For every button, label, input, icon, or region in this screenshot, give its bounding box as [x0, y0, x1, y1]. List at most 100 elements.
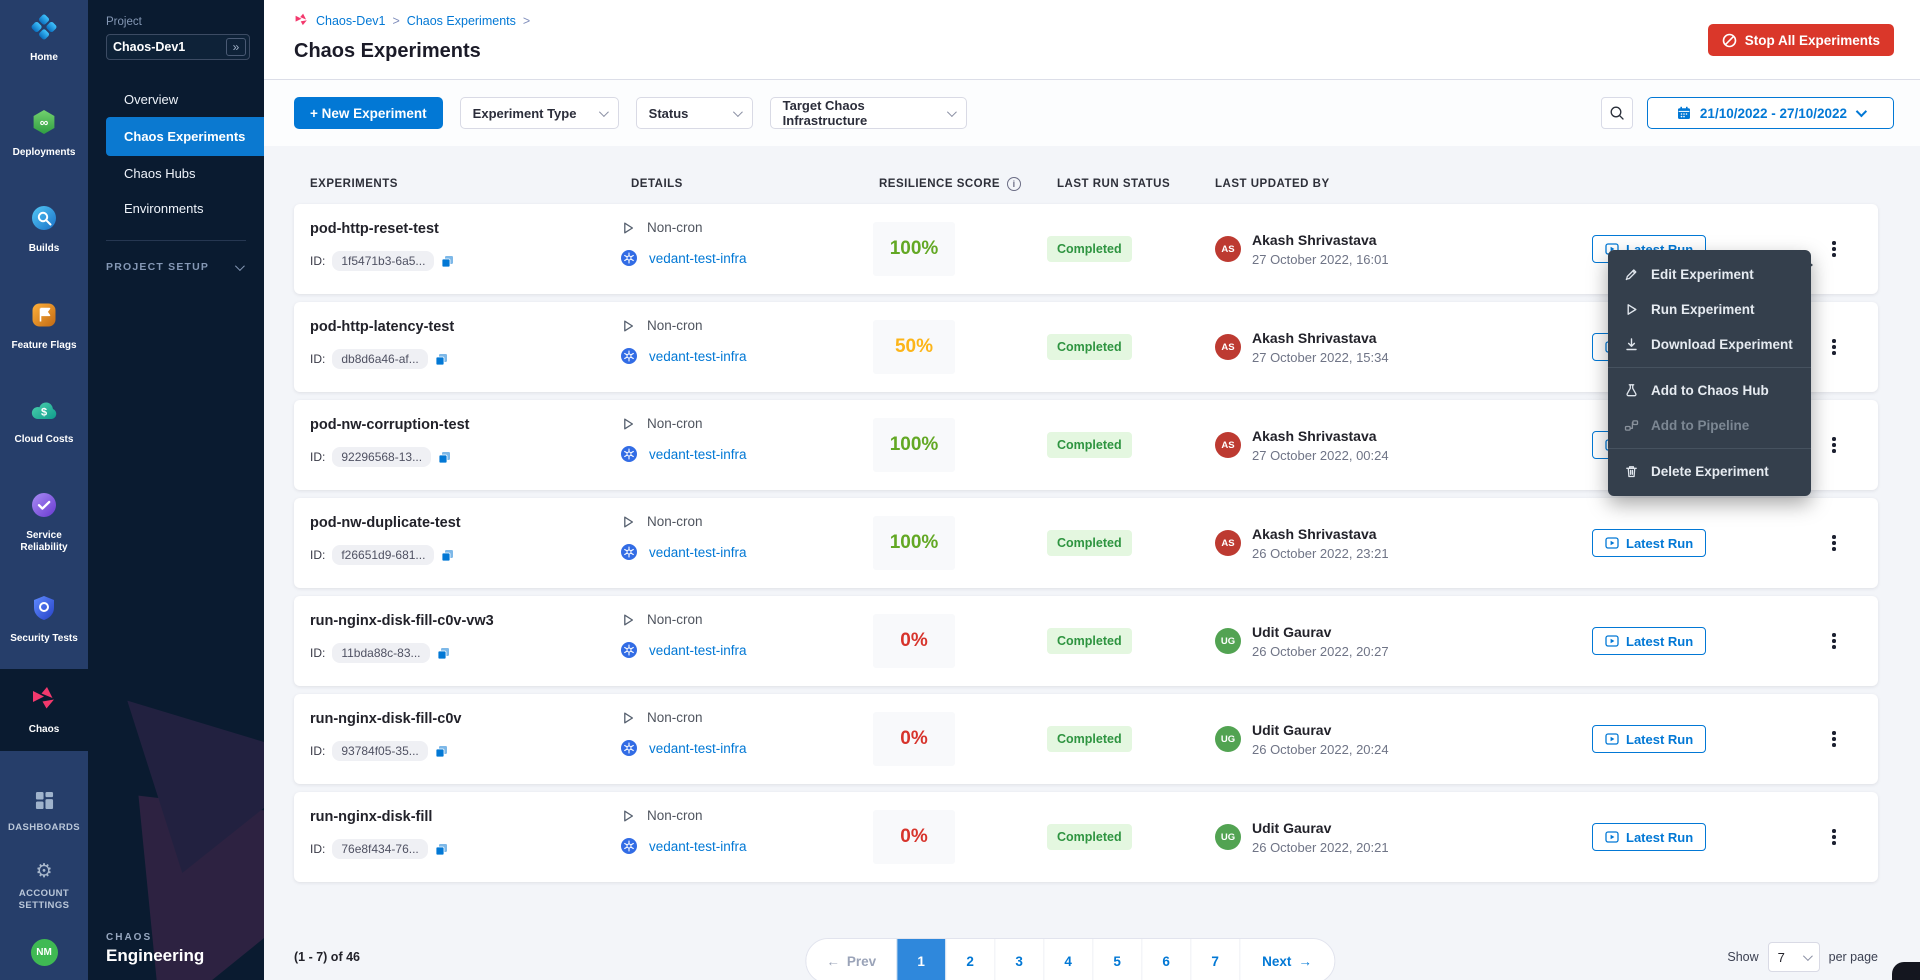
copy-icon[interactable] — [437, 647, 450, 660]
sidebar-menu-item[interactable]: Chaos Hubs — [106, 156, 264, 191]
menu-item-add-to-pipeline[interactable]: Add to Pipeline — [1608, 408, 1811, 443]
copy-icon[interactable] — [438, 451, 451, 464]
latest-run-button[interactable]: Latest Run — [1592, 823, 1706, 851]
nav-item-deployments[interactable]: ∞ Deployments — [0, 109, 88, 160]
next-page-button[interactable]: Next → — [1239, 939, 1334, 980]
date-range-picker[interactable]: 21/10/2022 - 27/10/2022 — [1647, 97, 1894, 129]
row-menu-button[interactable] — [1824, 725, 1844, 753]
copy-icon[interactable] — [441, 549, 454, 562]
page-button[interactable]: 4 — [1043, 939, 1092, 980]
infrastructure-link[interactable]: vedant-test-infra — [649, 447, 747, 462]
menu-item-run-experiment[interactable]: Run Experiment — [1608, 292, 1811, 327]
page-button[interactable]: 5 — [1092, 939, 1141, 980]
nav-item-feature-flags[interactable]: Feature Flags — [0, 302, 88, 353]
experiment-name[interactable]: run-nginx-disk-fill-c0v-vw3 — [310, 613, 621, 629]
sidebar-menu-item[interactable]: Overview — [106, 82, 264, 117]
project-selector[interactable]: Chaos-Dev1 » — [106, 34, 250, 60]
user-avatar: AS — [1215, 236, 1241, 262]
row-menu-button[interactable] — [1824, 627, 1844, 655]
experiment-name[interactable]: pod-http-latency-test — [310, 319, 621, 335]
nav-item-service-reliability[interactable]: Service Reliability — [0, 492, 88, 555]
page-button[interactable]: 6 — [1141, 939, 1190, 980]
help-widget[interactable] — [1892, 962, 1920, 980]
per-page-select[interactable]: 7 — [1768, 942, 1820, 972]
user-menu[interactable]: NM — [0, 939, 88, 966]
breadcrumb: Chaos-Dev1 > Chaos Experiments > — [294, 12, 1894, 30]
row-menu-button[interactable] — [1824, 431, 1844, 459]
breadcrumb-module-link[interactable]: Chaos Experiments — [407, 14, 516, 28]
experiment-name[interactable]: run-nginx-disk-fill-c0v — [310, 711, 621, 727]
copy-icon[interactable] — [441, 255, 454, 268]
kubernetes-icon — [621, 446, 637, 462]
nav-item-cloud-costs[interactable]: $ Cloud Costs — [0, 398, 88, 447]
project-label: Project — [106, 16, 264, 28]
nav-item-builds[interactable]: Builds — [0, 205, 88, 256]
filter-experiment-type[interactable]: Experiment Type — [460, 97, 619, 129]
updated-by-name: Akash Shrivastava — [1252, 526, 1389, 542]
avatar[interactable]: NM — [31, 939, 58, 966]
latest-run-button[interactable]: Latest Run — [1592, 529, 1706, 557]
experiment-name[interactable]: pod-nw-corruption-test — [310, 417, 621, 433]
id-label: ID: — [310, 548, 325, 562]
copy-icon[interactable] — [435, 843, 448, 856]
experiment-row[interactable]: run-nginx-disk-fill ID: 76e8f434-76... N… — [294, 792, 1878, 882]
page-button[interactable]: 1 — [896, 939, 945, 980]
nav-item-home[interactable]: Home — [0, 14, 88, 65]
menu-item-download-experiment[interactable]: Download Experiment — [1608, 327, 1811, 362]
run-history-icon — [1605, 830, 1619, 844]
nav-item-chaos[interactable]: Chaos — [0, 669, 88, 751]
nav-item-account-settings[interactable]: ⚙ ACCOUNT SETTINGS — [0, 862, 88, 913]
infrastructure-link[interactable]: vedant-test-infra — [649, 251, 747, 266]
schedule-type: Non-cron — [647, 416, 703, 431]
updated-date: 27 October 2022, 15:34 — [1252, 350, 1389, 365]
breadcrumb-project-link[interactable]: Chaos-Dev1 — [316, 14, 385, 28]
row-menu-button[interactable] — [1824, 333, 1844, 361]
nav-item-security-tests[interactable]: Security Tests — [0, 595, 88, 646]
nav-item-dashboards[interactable]: DASHBOARDS — [0, 791, 88, 834]
row-menu-button[interactable] — [1824, 235, 1844, 263]
sidebar-divider — [106, 240, 246, 241]
schedule-type: Non-cron — [647, 612, 703, 627]
experiment-row[interactable]: run-nginx-disk-fill-c0v-vw3 ID: 11bda88c… — [294, 596, 1878, 686]
resilience-score: 0% — [873, 810, 955, 864]
search-button[interactable] — [1601, 97, 1633, 129]
filter-status[interactable]: Status — [636, 97, 753, 129]
copy-icon[interactable] — [435, 745, 448, 758]
infrastructure-link[interactable]: vedant-test-infra — [649, 349, 747, 364]
sidebar-expand-button[interactable]: » — [226, 38, 246, 56]
experiment-name[interactable]: pod-nw-duplicate-test — [310, 515, 621, 531]
chaos-icon — [30, 684, 58, 717]
new-experiment-button[interactable]: + New Experiment — [294, 97, 443, 129]
row-menu-button[interactable] — [1824, 529, 1844, 557]
experiment-name[interactable]: run-nginx-disk-fill — [310, 809, 621, 825]
schedule-type: Non-cron — [647, 808, 703, 823]
latest-run-button[interactable]: Latest Run — [1592, 725, 1706, 753]
sidebar-menu-item[interactable]: Chaos Experiments — [106, 117, 264, 156]
copy-icon[interactable] — [435, 353, 448, 366]
infrastructure-link[interactable]: vedant-test-infra — [649, 643, 747, 658]
status-badge: Completed — [1047, 628, 1132, 654]
project-setup-toggle[interactable]: PROJECT SETUP — [106, 261, 264, 273]
chevron-down-icon — [235, 261, 245, 271]
info-icon[interactable]: i — [1007, 177, 1021, 191]
page-button[interactable]: 2 — [945, 939, 994, 980]
sidebar-menu-item[interactable]: Environments — [106, 191, 264, 226]
experiment-name[interactable]: pod-http-reset-test — [310, 221, 621, 237]
page-button[interactable]: 7 — [1190, 939, 1239, 980]
latest-run-button[interactable]: Latest Run — [1592, 627, 1706, 655]
menu-item-add-to-chaos-hub[interactable]: Add to Chaos Hub — [1608, 373, 1811, 408]
infrastructure-link[interactable]: vedant-test-infra — [649, 545, 747, 560]
row-menu-button[interactable] — [1824, 823, 1844, 851]
stop-all-experiments-button[interactable]: Stop All Experiments — [1708, 24, 1894, 56]
infrastructure-link[interactable]: vedant-test-infra — [649, 839, 747, 854]
prev-page-button[interactable]: ← Prev — [806, 939, 896, 980]
menu-item-delete-experiment[interactable]: Delete Experiment — [1608, 454, 1811, 489]
user-avatar: UG — [1215, 726, 1241, 752]
module-title: CHAOS Engineering — [106, 932, 204, 966]
infrastructure-link[interactable]: vedant-test-infra — [649, 741, 747, 756]
page-button[interactable]: 3 — [994, 939, 1043, 980]
menu-item-edit-experiment[interactable]: Edit Experiment — [1608, 257, 1811, 292]
experiment-row[interactable]: run-nginx-disk-fill-c0v ID: 93784f05-35.… — [294, 694, 1878, 784]
filter-target-infrastructure[interactable]: Target Chaos Infrastructure — [770, 97, 967, 129]
experiment-row[interactable]: pod-nw-duplicate-test ID: f26651d9-681..… — [294, 498, 1878, 588]
